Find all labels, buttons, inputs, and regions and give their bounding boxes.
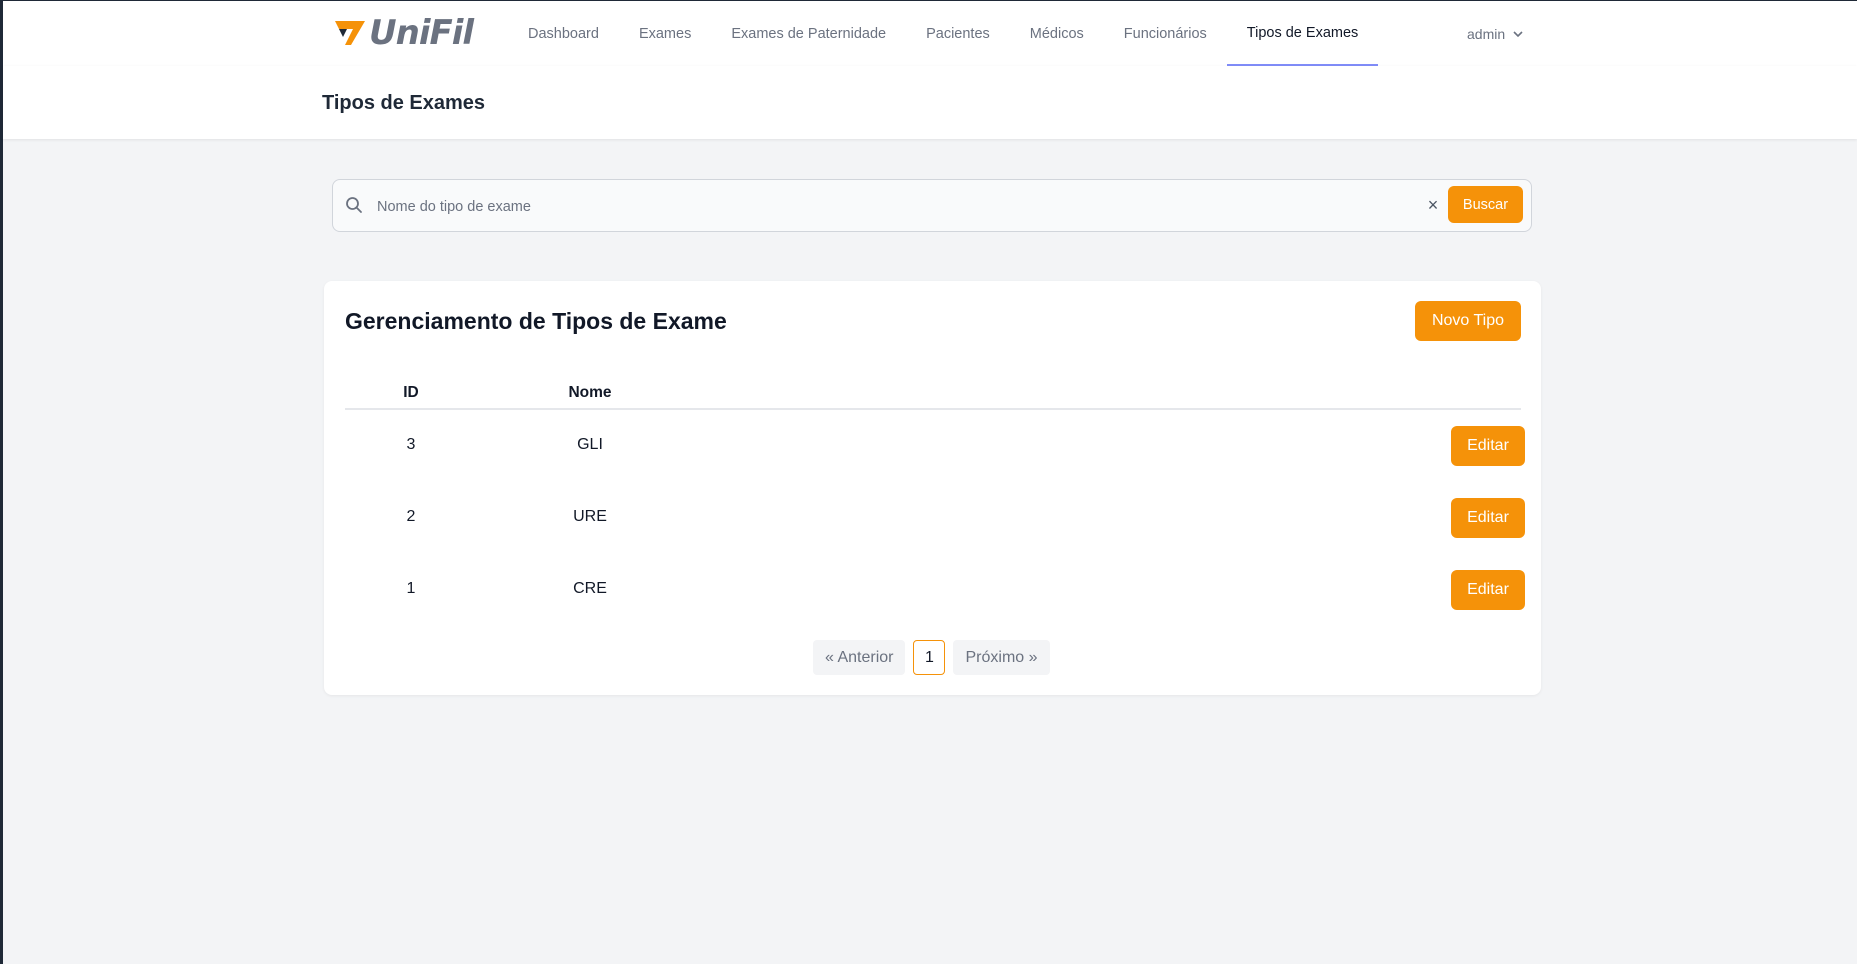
nav-link-dashboard[interactable]: Dashboard [508,1,619,66]
page-header: Tipos de Exames [3,66,1857,139]
edit-button[interactable]: Editar [1451,498,1525,538]
current-page-number[interactable]: 1 [913,640,946,675]
edit-button[interactable]: Editar [1451,570,1525,610]
user-name: admin [1467,25,1506,42]
table-row: 3 GLI Editar [345,410,1525,482]
logo-mark-icon [335,21,365,45]
pagination: « Anterior 1 Próximo » [813,640,1050,675]
nav-link-funcionarios[interactable]: Funcionários [1104,1,1227,66]
user-menu[interactable]: admin [1467,1,1523,66]
search-button[interactable]: Buscar [1448,186,1523,223]
column-header-nome: Nome [568,384,612,401]
cell-id: 1 [406,580,416,597]
cell-nome: GLI [577,436,603,453]
nav-link-medicos[interactable]: Médicos [1010,1,1104,66]
cell-id: 3 [406,436,416,453]
logo-text: UniFil [369,13,474,53]
new-type-button[interactable]: Novo Tipo [1415,301,1521,341]
exam-types-table: ID Nome 3 GLI Editar 2 URE Editar 1 CRE … [345,382,1525,626]
search-bar: × Buscar [332,179,1532,232]
unifil-logo[interactable]: UniFil [333,13,474,53]
cell-nome: CRE [573,580,607,597]
nav-link-tipos-exames[interactable]: Tipos de Exames [1226,1,1379,66]
nav-link-exames-paternidade[interactable]: Exames de Paternidade [711,1,906,66]
table-row: 2 URE Editar [345,482,1525,554]
column-header-id: ID [403,384,419,401]
next-page-button[interactable]: Próximo » [953,640,1050,675]
chevron-down-icon [1513,30,1523,37]
top-navbar: UniFil Dashboard Exames Exames de Patern… [3,0,1857,67]
page-title: Tipos de Exames [322,92,486,114]
search-icon [346,197,362,213]
cell-id: 2 [406,508,416,525]
table-header: ID Nome [345,382,1521,410]
nav-link-pacientes[interactable]: Pacientes [906,1,1010,66]
previous-page-button[interactable]: « Anterior [813,640,906,675]
card-title: Gerenciamento de Tipos de Exame [345,308,727,334]
cell-nome: URE [573,508,607,525]
nav-link-exames[interactable]: Exames [619,1,711,66]
clear-search-icon[interactable]: × [1421,193,1445,217]
edit-button[interactable]: Editar [1451,426,1525,466]
search-input[interactable] [375,190,1379,224]
exam-types-card: Gerenciamento de Tipos de Exame Novo Tip… [324,281,1541,695]
main-nav: Dashboard Exames Exames de Paternidade P… [508,1,1379,66]
table-row: 1 CRE Editar [345,554,1525,626]
